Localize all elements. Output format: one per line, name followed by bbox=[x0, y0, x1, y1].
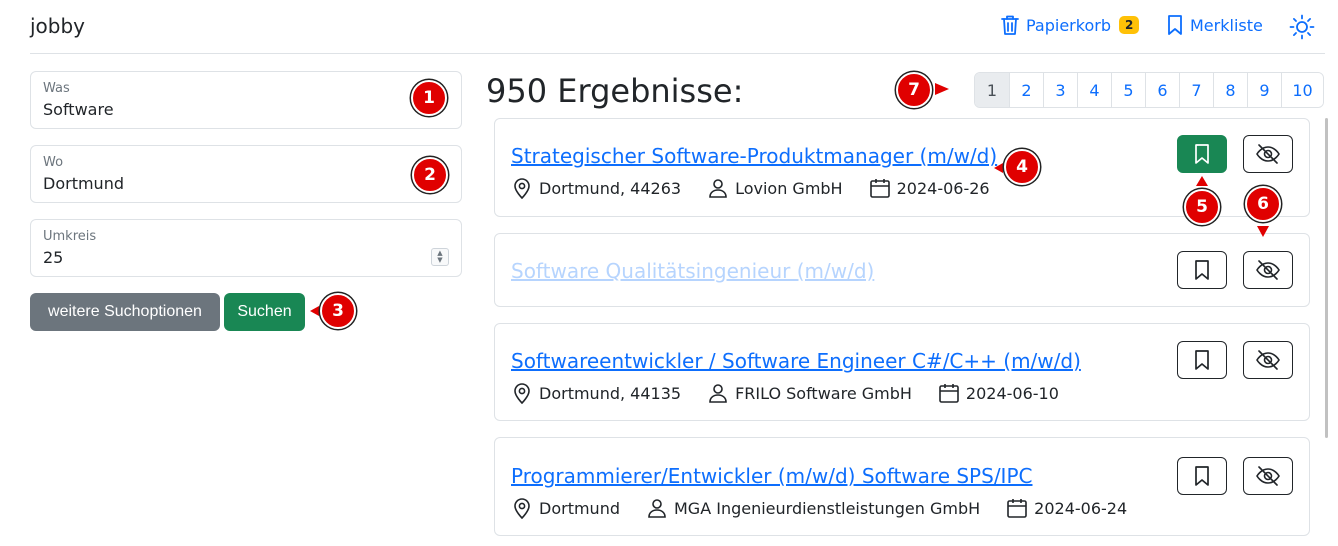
person-icon bbox=[709, 179, 727, 198]
was-label: Was bbox=[43, 81, 70, 96]
sun-icon bbox=[1289, 14, 1315, 40]
job-card: Software Qualitätsingenieur (m/w/d) bbox=[494, 233, 1310, 307]
bookmark-button[interactable] bbox=[1177, 251, 1227, 289]
job-meta: Dortmund, 44263 Lovion GmbH 2024-06-26 bbox=[511, 176, 1016, 200]
page-link-5[interactable]: 5 bbox=[1111, 73, 1145, 107]
annotation-arrow-7 bbox=[935, 83, 949, 95]
wo-field[interactable]: Wo Dortmund bbox=[30, 145, 462, 203]
hide-button[interactable] bbox=[1243, 135, 1293, 173]
watchlist-label: Merkliste bbox=[1190, 15, 1263, 35]
job-meta: Dortmund, 44135 FRILO Software GmbH 2024… bbox=[511, 381, 1085, 405]
annotation-arrow-3 bbox=[310, 306, 319, 316]
job-title-link[interactable]: Programmierer/Entwickler (m/w/d) Softwar… bbox=[511, 464, 1032, 488]
calendar-icon bbox=[939, 384, 959, 403]
bookmark-icon bbox=[1195, 260, 1209, 280]
person-icon bbox=[648, 499, 666, 518]
page-link-1[interactable]: 1 bbox=[975, 73, 1009, 107]
umkreis-input[interactable]: 25 bbox=[43, 248, 63, 267]
job-title-link[interactable]: Strategischer Software-Produktmanager (m… bbox=[511, 144, 997, 168]
navbar: jobby Papierkorb 2 Merkliste bbox=[30, 0, 1325, 54]
bookmark-button[interactable] bbox=[1177, 457, 1227, 495]
wo-input[interactable]: Dortmund bbox=[43, 174, 124, 193]
stepper-down-icon[interactable]: ▼ bbox=[437, 257, 442, 264]
umkreis-label: Umkreis bbox=[43, 229, 97, 244]
trash-link[interactable]: Papierkorb 2 bbox=[1000, 14, 1140, 36]
page-link-9[interactable]: 9 bbox=[1247, 73, 1281, 107]
job-location: Dortmund bbox=[539, 498, 620, 518]
eye-slash-icon bbox=[1256, 260, 1280, 280]
was-field[interactable]: Was Software bbox=[30, 71, 462, 129]
watchlist-link[interactable]: Merkliste bbox=[1166, 14, 1263, 36]
brand-logo-text[interactable]: jobby bbox=[30, 14, 85, 38]
job-location: Dortmund, 44263 bbox=[539, 178, 682, 198]
page-link-10[interactable]: 10 bbox=[1281, 73, 1323, 107]
map-pin-icon bbox=[514, 383, 530, 405]
job-date: 2024-06-24 bbox=[1034, 498, 1128, 518]
annotation-marker-2: 2 bbox=[412, 157, 448, 193]
page-link-4[interactable]: 4 bbox=[1077, 73, 1111, 107]
hide-button[interactable] bbox=[1243, 457, 1293, 495]
job-location: Dortmund, 44135 bbox=[539, 383, 682, 403]
bookmark-icon bbox=[1195, 466, 1209, 486]
page-link-8[interactable]: 8 bbox=[1213, 73, 1247, 107]
scrollbar[interactable] bbox=[1325, 118, 1328, 438]
hide-button[interactable] bbox=[1243, 341, 1293, 379]
bookmark-icon bbox=[1195, 350, 1209, 370]
job-company: Lovion GmbH bbox=[735, 178, 843, 198]
map-pin-icon bbox=[514, 498, 530, 520]
annotation-arrow-4 bbox=[994, 163, 1003, 173]
page-link-7[interactable]: 7 bbox=[1179, 73, 1213, 107]
annotation-marker-4: 4 bbox=[1004, 149, 1040, 185]
results-count-title: 950 Ergebnisse: bbox=[486, 72, 744, 110]
bookmark-button[interactable] bbox=[1177, 341, 1227, 379]
wo-label: Wo bbox=[43, 155, 64, 170]
umkreis-stepper[interactable]: ▲ ▼ bbox=[431, 248, 449, 266]
map-pin-icon bbox=[514, 178, 530, 200]
job-date: 2024-06-26 bbox=[896, 178, 990, 198]
annotation-arrow-5 bbox=[1196, 176, 1208, 186]
page-link-3[interactable]: 3 bbox=[1043, 73, 1077, 107]
trash-icon bbox=[1001, 15, 1019, 35]
person-icon bbox=[709, 384, 727, 403]
theme-toggle-button[interactable] bbox=[1288, 13, 1316, 41]
eye-slash-icon bbox=[1256, 466, 1280, 486]
bookmark-icon bbox=[1195, 144, 1209, 164]
pagination: 1 2 3 4 5 6 7 8 9 10 bbox=[974, 72, 1324, 108]
annotation-marker-5: 5 bbox=[1184, 189, 1220, 225]
annotation-marker-3: 3 bbox=[320, 293, 356, 329]
search-button[interactable]: Suchen bbox=[224, 293, 305, 331]
eye-slash-icon bbox=[1256, 350, 1280, 370]
bookmark-button[interactable] bbox=[1177, 135, 1227, 173]
calendar-icon bbox=[869, 179, 890, 198]
job-date: 2024-06-10 bbox=[965, 383, 1059, 403]
more-search-options-button[interactable]: weitere Suchoptionen bbox=[30, 293, 220, 331]
annotation-marker-1: 1 bbox=[411, 80, 447, 116]
annotation-marker-6: 6 bbox=[1245, 186, 1281, 222]
page-link-6[interactable]: 6 bbox=[1145, 73, 1179, 107]
job-title-link[interactable]: Software Qualitätsingenieur (m/w/d) bbox=[511, 259, 874, 283]
job-title-link[interactable]: Softwareentwickler / Software Engineer C… bbox=[511, 349, 1081, 373]
hide-button[interactable] bbox=[1243, 251, 1293, 289]
bookmark-icon bbox=[1168, 15, 1182, 35]
annotation-marker-7: 7 bbox=[896, 72, 932, 108]
job-company: MGA Ingenieurdienstleistungen GmbH bbox=[673, 498, 981, 518]
job-meta: Dortmund MGA Ingenieurdienstleistungen G… bbox=[511, 496, 1153, 520]
was-input[interactable]: Software bbox=[43, 100, 114, 119]
annotation-arrow-6 bbox=[1257, 226, 1269, 237]
job-company: FRILO Software GmbH bbox=[735, 383, 912, 403]
job-card: Softwareentwickler / Software Engineer C… bbox=[494, 323, 1310, 421]
umkreis-field[interactable]: Umkreis 25 ▲ ▼ bbox=[30, 219, 462, 277]
calendar-icon bbox=[1007, 499, 1027, 518]
page-link-2[interactable]: 2 bbox=[1009, 73, 1043, 107]
eye-slash-icon bbox=[1256, 144, 1280, 164]
trash-label: Papierkorb bbox=[1026, 15, 1111, 35]
trash-count-badge: 2 bbox=[1118, 16, 1140, 34]
job-card: Programmierer/Entwickler (m/w/d) Softwar… bbox=[494, 437, 1310, 536]
